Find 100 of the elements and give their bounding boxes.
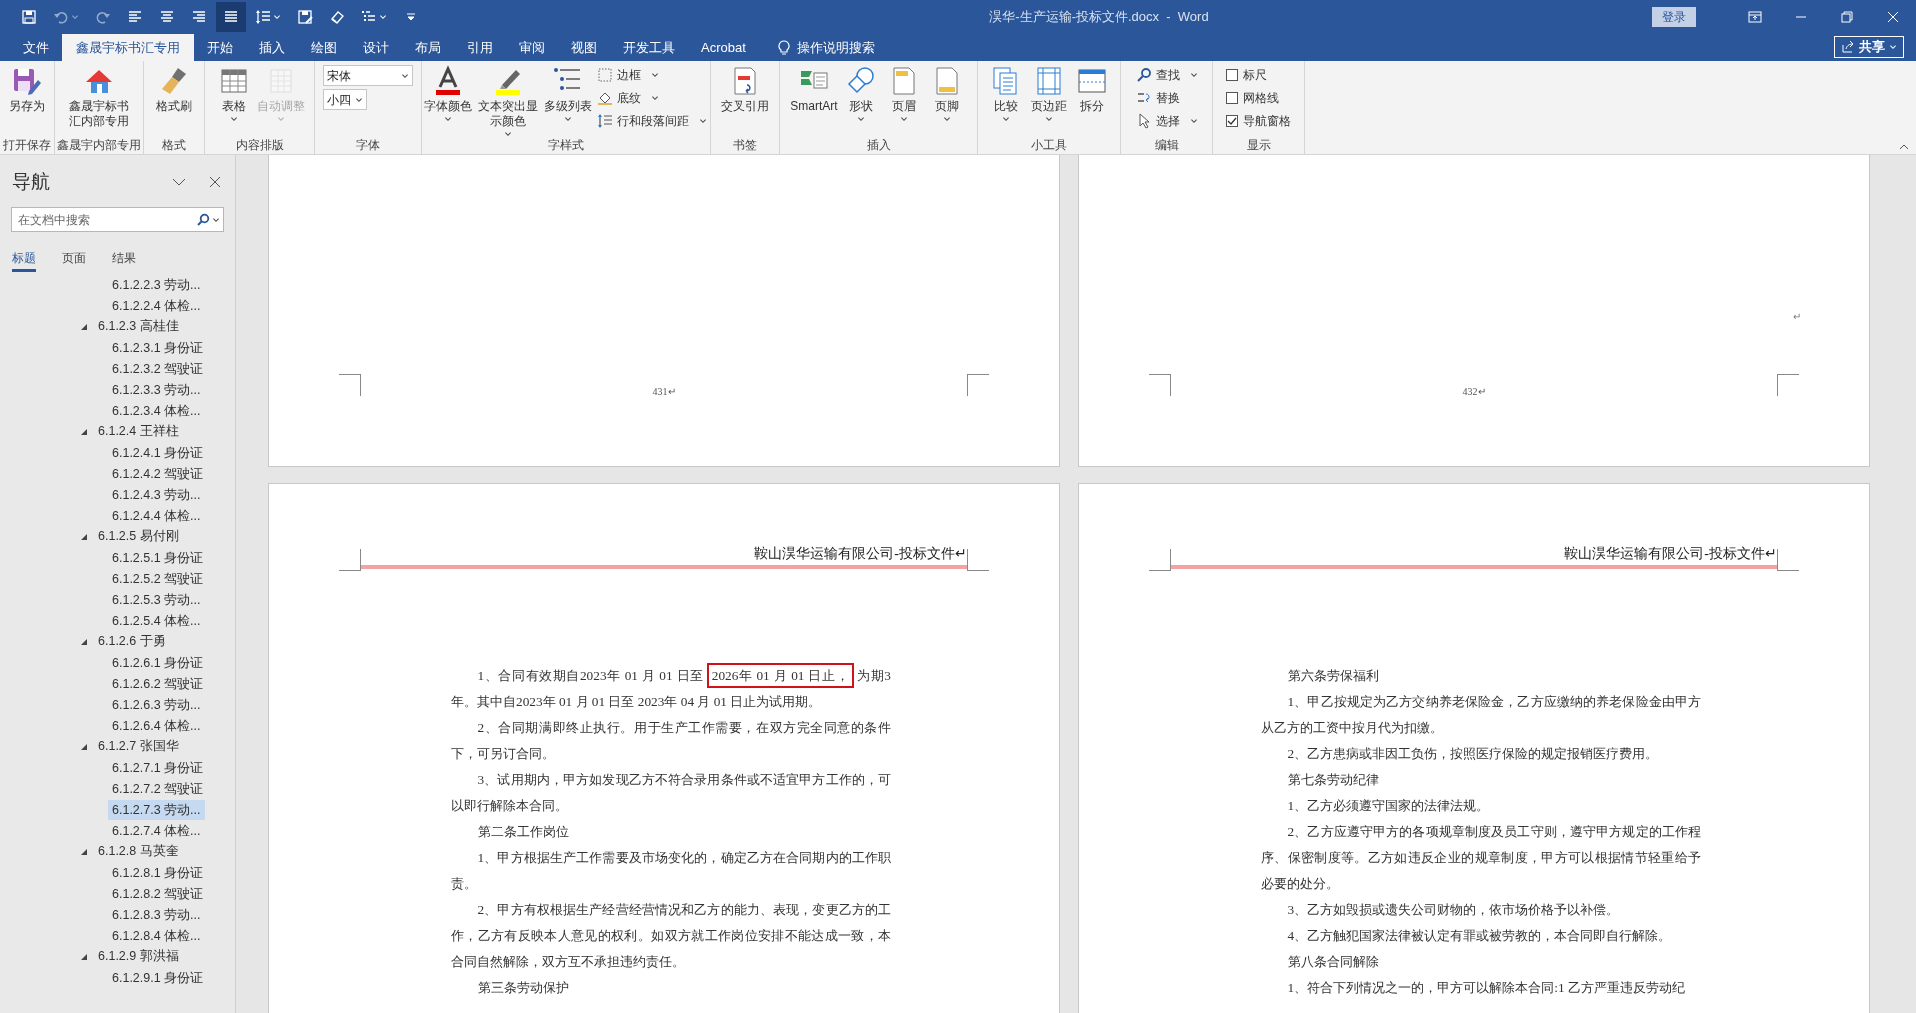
chevron-up-icon — [1899, 144, 1909, 150]
ribbon-tab[interactable]: 插入 — [246, 34, 298, 61]
expanded-triangle-icon[interactable] — [80, 427, 88, 436]
heading-item[interactable]: 6.1.2.9.1 身份证 — [108, 967, 208, 988]
ribbon-tab[interactable]: 审阅 — [506, 34, 558, 61]
checkbox[interactable] — [1226, 69, 1238, 81]
heading-item[interactable]: 6.1.2.6 于勇 — [96, 632, 168, 651]
ribbon-button[interactable]: 形状 — [840, 65, 881, 122]
pane-tab[interactable]: 结果 — [112, 246, 136, 272]
crop-mark — [967, 374, 989, 396]
heading-item[interactable]: 6.1.2.9 郭洪福 — [96, 947, 181, 966]
heading-item[interactable]: 6.1.2.5 易付刚 — [96, 527, 181, 546]
collapse-ribbon-button[interactable] — [1898, 142, 1910, 152]
heading-item[interactable]: 6.1.2.8.4 体检... — [108, 925, 205, 946]
checkbox-label[interactable]: 导航窗格 — [1243, 112, 1291, 130]
ribbon-button[interactable]: 交叉引用 — [721, 65, 769, 114]
font-dropdown[interactable]: 宋体 — [323, 65, 413, 86]
body-paragraph: 第七条劳动纪律 — [1286, 771, 1380, 789]
heading-item[interactable]: 6.1.2.7.3 劳动... — [108, 799, 205, 820]
ribbon-tab[interactable]: 引用 — [454, 34, 506, 61]
ribbon-button[interactable]: 选择 — [1133, 111, 1200, 131]
heading-item[interactable]: 6.1.2.3.3 劳动... — [108, 379, 205, 400]
heading-item[interactable]: 6.1.2.2.4 体检... — [108, 295, 205, 316]
heading-item[interactable]: 6.1.2.8.3 劳动... — [108, 904, 205, 925]
expanded-triangle-icon[interactable] — [80, 532, 88, 541]
checkbox[interactable] — [1226, 92, 1238, 104]
expanded-triangle-icon[interactable] — [80, 847, 88, 856]
ribbon-button[interactable]: 页脚 — [926, 65, 967, 122]
ribbon-button[interactable]: 底纹 — [594, 88, 661, 108]
ribbon-button[interactable]: 边框 — [594, 65, 661, 85]
ribbon-tab[interactable]: 视图 — [558, 34, 610, 61]
tell-me-search[interactable]: 操作说明搜索 — [796, 37, 875, 58]
group-label: 内容排版 — [234, 137, 285, 154]
ribbon-tab[interactable]: 文件 — [10, 34, 62, 61]
heading-item[interactable]: 6.1.2.8.1 身份证 — [108, 862, 208, 883]
crop-mark — [339, 374, 361, 396]
ribbon-tab[interactable]: 开发工具 — [610, 34, 688, 61]
ribbon-button[interactable]: 表格 — [214, 65, 254, 122]
heading-item[interactable]: 6.1.2.5.2 驾驶证 — [108, 568, 208, 589]
expanded-triangle-icon[interactable] — [80, 637, 88, 646]
heading-item[interactable]: 6.1.2.3.2 驾驶证 — [108, 358, 208, 379]
heading-item[interactable]: 6.1.2.6.1 身份证 — [108, 652, 208, 673]
ribbon-button[interactable]: 另存为 — [7, 65, 47, 114]
heading-item[interactable]: 6.1.2.4 王祥柱 — [96, 422, 181, 441]
expanded-triangle-icon[interactable] — [80, 742, 88, 751]
ribbon-button[interactable]: 多级列表 — [543, 65, 592, 122]
ribbon-tab[interactable]: 绘图 — [298, 34, 350, 61]
heading-item[interactable]: 6.1.2.8 马英奎 — [96, 842, 181, 861]
ribbon-button[interactable]: 页边距 — [1029, 65, 1069, 122]
heading-item[interactable]: 6.1.2.7.1 身份证 — [108, 757, 208, 778]
heading-item[interactable]: 6.1.2.4.3 劳动... — [108, 484, 205, 505]
caret-icon — [1889, 44, 1897, 50]
group-label: 显示 — [1245, 137, 1272, 154]
heading-item[interactable]: 6.1.2.6.3 劳动... — [108, 694, 205, 715]
font-dropdown[interactable]: 小四 — [323, 89, 367, 110]
ribbon-button[interactable]: 比较 — [986, 65, 1026, 122]
checkbox[interactable] — [1226, 115, 1238, 127]
pane-tab[interactable]: 标题 — [12, 246, 36, 272]
share-button[interactable]: 共享 — [1834, 36, 1904, 58]
ribbon-button[interactable]: 替换 — [1133, 88, 1182, 108]
expanded-triangle-icon[interactable] — [80, 952, 88, 961]
heading-item[interactable]: 6.1.2.4.2 驾驶证 — [108, 463, 208, 484]
heading-item[interactable]: 6.1.2.2.3 劳动... — [108, 274, 205, 295]
ribbon-tab[interactable]: 开始 — [194, 34, 246, 61]
body-paragraph: 2、甲方有权根据生产经营经营情况和乙方的能力、表现，变更乙方的工作，乙方有反映本人意见的权利。如双方就工作岗位安排不能达成一致，本合同自然解除，双方互不承担违约责任。 — [451, 901, 891, 971]
ribbon-button[interactable]: 查找 — [1133, 65, 1200, 85]
heading-item[interactable]: 6.1.2.3.1 身份证 — [108, 337, 208, 358]
expanded-triangle-icon[interactable] — [80, 322, 88, 331]
ribbon-button[interactable]: SmartArt — [790, 65, 838, 114]
heading-item[interactable]: 6.1.2.7.4 体检... — [108, 820, 205, 841]
checkbox-label[interactable]: 标尺 — [1243, 66, 1267, 84]
sign-in-button[interactable]: 登录 — [1652, 7, 1696, 27]
ribbon-button[interactable]: 字体颜色 — [423, 65, 472, 122]
heading-item[interactable]: 6.1.2.4.4 体检... — [108, 505, 205, 526]
heading-item[interactable]: 6.1.2.5.3 劳动... — [108, 589, 205, 610]
ribbon-button[interactable]: 格式刷 — [154, 65, 194, 114]
page-number: 432↵ — [1462, 385, 1486, 399]
heading-item[interactable]: 6.1.2.3.4 体检... — [108, 400, 205, 421]
ribbon-tab[interactable]: 布局 — [402, 34, 454, 61]
heading-item[interactable]: 6.1.2.3 高桂佳 — [96, 317, 181, 336]
ribbon-button[interactable]: 行和段落间距 — [594, 111, 709, 131]
ribbon-tab[interactable]: 鑫晟宇标书汇专用 — [62, 34, 194, 61]
ribbon-tab[interactable]: 设计 — [350, 34, 402, 61]
quick-access-button[interactable] — [216, 2, 246, 32]
checkbox-label[interactable]: 网格线 — [1243, 89, 1279, 107]
heading-item[interactable]: 6.1.2.4.1 身份证 — [108, 442, 208, 463]
heading-item[interactable]: 6.1.2.7 张国华 — [96, 737, 181, 756]
heading-item[interactable]: 6.1.2.6.4 体检... — [108, 715, 205, 736]
pane-tab[interactable]: 页面 — [62, 246, 86, 272]
page-number: 431↵ — [652, 385, 676, 399]
heading-item[interactable]: 6.1.2.6.2 驾驶证 — [108, 673, 208, 694]
heading-item[interactable]: 6.1.2.7.2 驾驶证 — [108, 778, 208, 799]
ribbon-button[interactable]: 页眉 — [883, 65, 924, 122]
ribbon-button[interactable]: 鑫晟宇标书汇内部专用 — [66, 65, 132, 129]
ribbon-button[interactable]: 文本突出显示颜色 — [474, 65, 541, 137]
heading-item[interactable]: 6.1.2.8.2 驾驶证 — [108, 883, 208, 904]
ribbon-button[interactable]: 拆分 — [1072, 65, 1112, 114]
heading-item[interactable]: 6.1.2.5.4 体检... — [108, 610, 205, 631]
ribbon-tab[interactable]: Acrobat — [688, 34, 759, 61]
heading-item[interactable]: 6.1.2.5.1 身份证 — [108, 547, 208, 568]
